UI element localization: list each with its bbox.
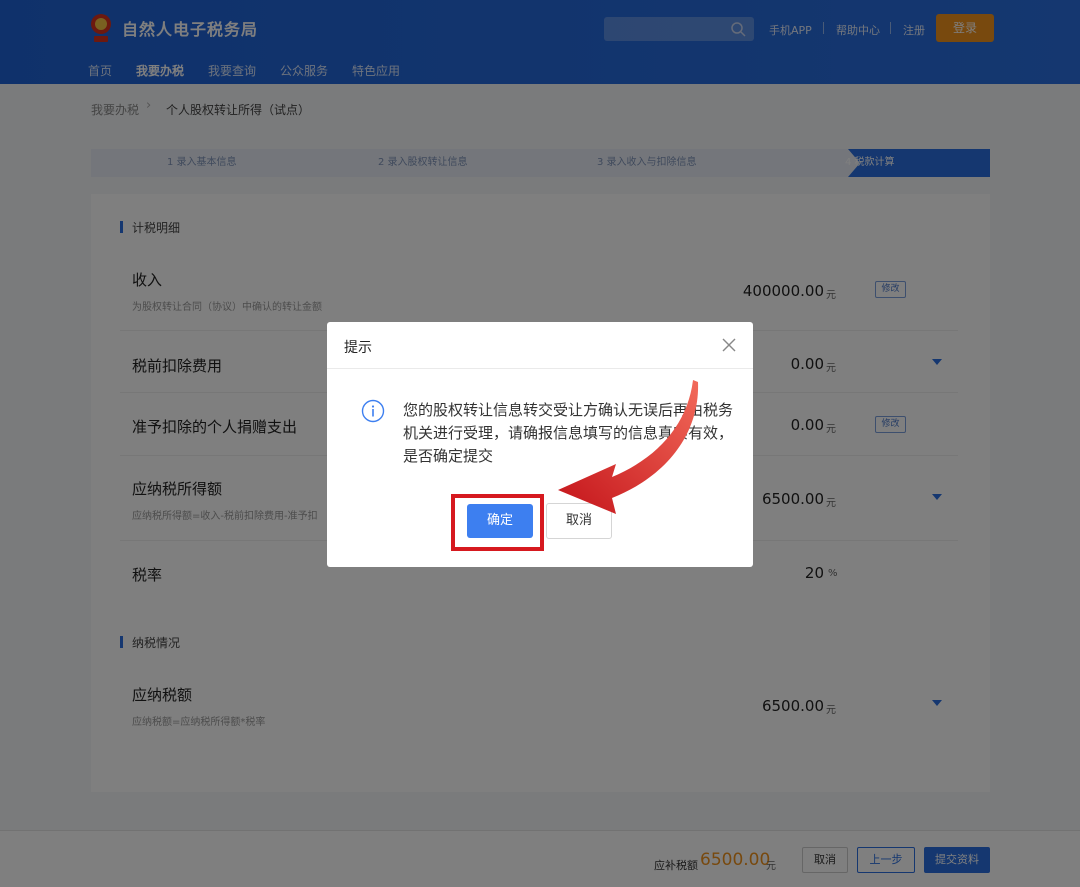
close-icon[interactable] xyxy=(720,336,738,354)
dialog-title: 提示 xyxy=(344,340,372,356)
dialog-divider xyxy=(327,368,753,369)
info-icon xyxy=(361,399,385,423)
pointer-arrow-icon xyxy=(558,380,699,514)
highlight-box xyxy=(451,494,544,551)
